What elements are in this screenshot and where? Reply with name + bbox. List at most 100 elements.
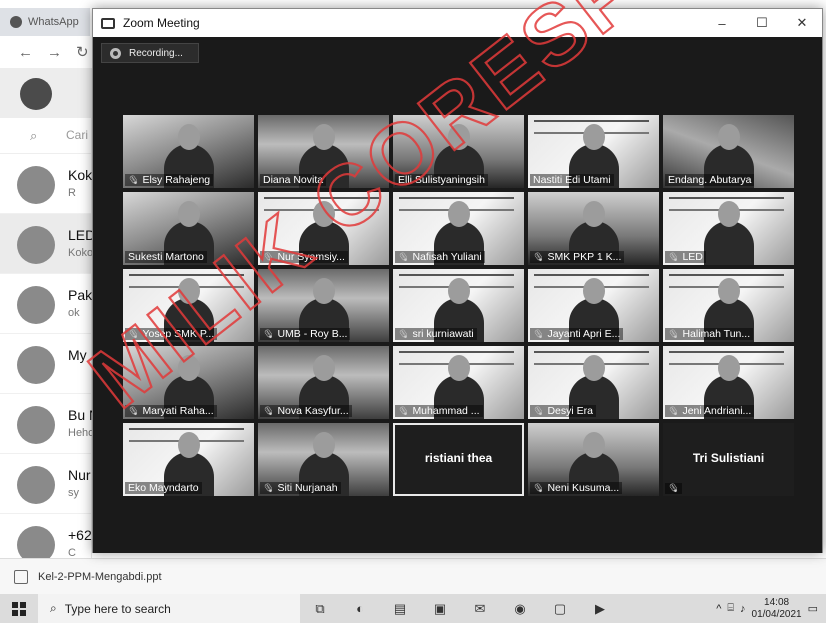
gallery-view: 🎙 Elsy Rahajeng Diana Novita Elli Sulistyan… [123, 115, 794, 496]
participant-tile[interactable]: 🎙 Jeni Andriani... [663, 346, 794, 419]
participant-tile[interactable]: 🎙 Nur Syamsiy... [258, 192, 389, 265]
system-tray: ^ ⌸ ♪ 14:08 01/04/2021 ▭ [716, 594, 826, 623]
notifications-icon[interactable]: ▭ [808, 602, 818, 615]
chat-list-item[interactable]: Kok R [0, 154, 93, 214]
participant-tile[interactable]: 🎙 LED [663, 192, 794, 265]
participant-tile[interactable]: Sukesti Martono [123, 192, 254, 265]
photoshop-icon[interactable]: ▢ [540, 594, 580, 623]
participant-name: Jayanti Apri E... [547, 328, 621, 340]
profile-avatar[interactable] [20, 78, 52, 110]
participant-name: Nafisah Yuliani [412, 251, 482, 263]
participant-tile[interactable]: 🎙 SMK PKP 1 K... [528, 192, 659, 265]
participant-tile[interactable]: Diana Novita [258, 115, 389, 188]
participant-tile[interactable]: 🎙 Maryati Raha... [123, 346, 254, 419]
participant-label: 🎙 Muhammad ... [395, 405, 483, 417]
whatsapp-icon [10, 16, 22, 28]
mic-muted-icon: 🎙 [396, 328, 411, 340]
taskbar: ⌕ Type here to search ⧉ ◐ ▤ ▣ ✉ ◉ ▢ ▶ ^ … [0, 594, 826, 623]
edge-icon[interactable]: ◐ [340, 594, 380, 623]
participant-label: 🎙 Jeni Andriani... [665, 405, 755, 417]
clock[interactable]: 14:08 01/04/2021 [752, 597, 802, 621]
participant-video [703, 201, 754, 265]
calculator-icon[interactable]: ▤ [380, 594, 420, 623]
download-item[interactable]: Kel-2-PPM-Mengabdi.ppt [14, 569, 162, 584]
zoom-window: Zoom Meeting – ☐ ✕ Recording... 🎙 Elsy Ra… [92, 8, 823, 553]
participant-tile[interactable]: 🎙 Halimah Tun... [663, 269, 794, 342]
search-placeholder: Cari [66, 128, 89, 142]
windows-icon [12, 601, 26, 616]
zoom-icon [101, 17, 115, 29]
minimize-button[interactable]: – [702, 9, 742, 37]
participant-label: 🎙 LED [665, 251, 706, 263]
download-label: Kel-2-PPM-Mengabdi.ppt [38, 570, 162, 583]
participant-tile[interactable]: 🎙 Siti Nurjanah [258, 423, 389, 496]
participant-tile[interactable]: Tri Sulistiani 🎙 [663, 423, 794, 496]
zoom-taskbar-icon[interactable]: ▶ [580, 594, 620, 623]
tab-label: WhatsApp [28, 16, 79, 28]
participant-name: sri kurniawati [412, 328, 474, 340]
participant-name: Tri Sulistiani [692, 451, 765, 465]
back-icon[interactable]: ← [18, 44, 33, 61]
chat-preview: sy [68, 487, 79, 499]
mic-muted-icon: 🎙 [666, 251, 681, 263]
participant-label: 🎙 UMB - Roy B... [260, 328, 351, 340]
tray-chevron-icon[interactable]: ^ [716, 603, 721, 615]
participant-tile[interactable]: Endang. Abutarya [663, 115, 794, 188]
chat-list-item[interactable]: Pak ok [0, 274, 92, 334]
participant-tile[interactable]: 🎙 Yosep SMK P... [123, 269, 254, 342]
forward-icon[interactable]: → [47, 44, 62, 61]
participant-name: Yosep SMK P... [142, 328, 215, 340]
volume-icon[interactable]: ♪ [740, 603, 746, 615]
chat-list-item[interactable]: Bu N Heho [0, 394, 99, 454]
maximize-button[interactable]: ☐ [742, 9, 782, 37]
participant-label: 🎙 Nafisah Yuliani [395, 251, 485, 263]
participant-tile[interactable]: 🎙 Neni Kusuma... [528, 423, 659, 496]
task-view-icon[interactable]: ⧉ [300, 594, 340, 623]
store-icon[interactable]: ▣ [420, 594, 460, 623]
participant-label: Sukesti Martono [125, 251, 207, 263]
participant-name: Desyi Era [547, 405, 593, 417]
participant-tile[interactable]: Elli Sulistyaningsih [393, 115, 524, 188]
participant-tile[interactable]: Nastiti Edi Utami [528, 115, 659, 188]
chat-search[interactable]: ⌕ Cari [0, 118, 91, 154]
recording-indicator[interactable]: Recording... [101, 43, 199, 63]
participant-label: 🎙 Nova Kasyfur... [260, 405, 352, 417]
recording-icon [110, 47, 121, 59]
chat-name: Kok [68, 167, 93, 183]
participant-label: Nastiti Edi Utami [530, 174, 614, 186]
mic-muted-icon: 🎙 [396, 405, 411, 417]
participant-name: Elsy Rahajeng [142, 174, 211, 186]
participant-label: 🎙 Maryati Raha... [125, 405, 217, 417]
taskbar-search-placeholder: Type here to search [64, 601, 171, 616]
participant-tile[interactable]: Eko Mayndarto [123, 423, 254, 496]
participant-tile[interactable]: 🎙 Nova Kasyfur... [258, 346, 389, 419]
chat-list-item[interactable]: Nur sy [0, 454, 91, 514]
chrome-icon[interactable]: ◉ [500, 594, 540, 623]
mail-icon[interactable]: ✉ [460, 594, 500, 623]
mic-muted-icon: 🎙 [666, 328, 681, 340]
participant-tile[interactable]: ristiani thea [393, 423, 524, 496]
chat-preview: Koko [68, 247, 94, 259]
reload-icon[interactable]: ↻ [76, 43, 89, 61]
close-button[interactable]: ✕ [782, 9, 822, 37]
taskbar-search[interactable]: ⌕ Type here to search [38, 594, 300, 623]
browser-tab-whatsapp[interactable]: WhatsApp [0, 8, 90, 36]
start-button[interactable] [0, 594, 38, 623]
recording-label: Recording... [129, 47, 183, 59]
participant-label: 🎙 Elsy Rahajeng [125, 174, 214, 186]
chat-list-item[interactable]: My [0, 334, 91, 394]
participant-tile[interactable]: 🎙 Desyi Era [528, 346, 659, 419]
search-icon: ⌕ [30, 128, 38, 143]
mic-muted-icon: 🎙 [666, 405, 681, 417]
participant-tile[interactable]: 🎙 sri kurniawati [393, 269, 524, 342]
participant-tile[interactable]: 🎙 UMB - Roy B... [258, 269, 389, 342]
participant-tile[interactable]: 🎙 Muhammad ... [393, 346, 524, 419]
network-icon[interactable]: ⌸ [727, 602, 734, 615]
participant-tile[interactable]: 🎙 Nafisah Yuliani [393, 192, 524, 265]
chat-avatar [17, 166, 55, 204]
mic-muted-icon: 🎙 [126, 405, 141, 417]
participant-tile[interactable]: 🎙 Jayanti Apri E... [528, 269, 659, 342]
participant-tile[interactable]: 🎙 Elsy Rahajeng [123, 115, 254, 188]
chat-avatar [17, 466, 55, 504]
chat-list-item[interactable]: LED Koko [0, 214, 95, 274]
